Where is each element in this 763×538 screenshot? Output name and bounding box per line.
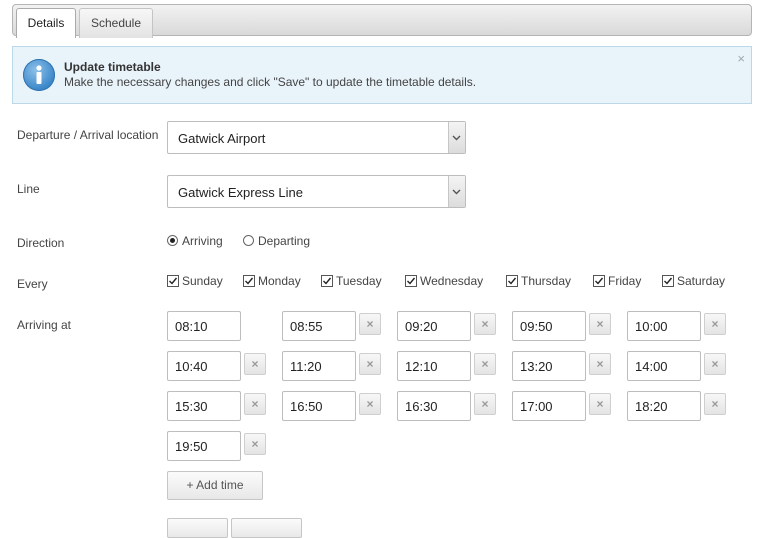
radio-arriving-control[interactable] xyxy=(167,235,178,246)
radio-arriving-label: Arriving xyxy=(182,234,223,248)
remove-time-button[interactable]: × xyxy=(359,313,381,335)
remove-time-button[interactable]: × xyxy=(244,353,266,375)
every-label: Every xyxy=(17,277,48,291)
checkbox-friday-control[interactable] xyxy=(593,275,605,287)
close-icon: × xyxy=(711,317,719,331)
close-icon: × xyxy=(481,397,489,411)
time-input[interactable] xyxy=(397,311,471,341)
checkbox-wednesday-label: Wednesday xyxy=(420,274,484,288)
close-icon: × xyxy=(481,357,489,371)
line-label: Line xyxy=(17,182,40,196)
close-icon: × xyxy=(366,317,374,331)
close-icon: × xyxy=(251,397,259,411)
line-select-value: Gatwick Express Line xyxy=(178,185,303,200)
close-icon: × xyxy=(366,397,374,411)
save-button[interactable] xyxy=(167,518,228,538)
chevron-down-icon xyxy=(448,122,465,153)
checkbox-monday-control[interactable] xyxy=(243,275,255,287)
close-icon: × xyxy=(251,437,259,451)
time-input[interactable] xyxy=(167,431,241,461)
remove-time-button[interactable]: × xyxy=(244,433,266,455)
arriving-at-label: Arriving at xyxy=(17,318,72,332)
time-input[interactable] xyxy=(282,351,356,381)
remove-time-button[interactable]: × xyxy=(589,353,611,375)
line-select[interactable]: Gatwick Express Line xyxy=(167,175,466,208)
checkbox-tuesday-control[interactable] xyxy=(321,275,333,287)
checkbox-sunday-label: Sunday xyxy=(182,274,223,288)
time-input[interactable] xyxy=(397,351,471,381)
time-input[interactable] xyxy=(397,391,471,421)
checkbox-sunday-control[interactable] xyxy=(167,275,179,287)
chevron-down-icon xyxy=(448,176,465,207)
close-icon: × xyxy=(596,357,604,371)
remove-time-button[interactable]: × xyxy=(359,353,381,375)
checkbox-friday-label: Friday xyxy=(608,274,642,288)
checkbox-wednesday-control[interactable] xyxy=(405,275,417,287)
info-icon xyxy=(23,59,55,91)
close-icon: × xyxy=(596,317,604,331)
checkbox-monday-label: Monday xyxy=(258,274,301,288)
close-icon: × xyxy=(251,357,259,371)
time-input[interactable] xyxy=(167,391,241,421)
checkbox-thursday-label: Thursday xyxy=(521,274,572,288)
remove-time-button[interactable]: × xyxy=(474,393,496,415)
time-input[interactable] xyxy=(282,311,356,341)
time-input[interactable] xyxy=(512,391,586,421)
time-input[interactable] xyxy=(627,351,701,381)
radio-departing-label: Departing xyxy=(258,234,311,248)
remove-time-button[interactable]: × xyxy=(474,353,496,375)
add-time-button[interactable]: + Add time xyxy=(167,471,263,500)
time-input[interactable] xyxy=(282,391,356,421)
time-input[interactable] xyxy=(512,311,586,341)
location-select[interactable]: Gatwick Airport xyxy=(167,121,466,154)
location-select-value: Gatwick Airport xyxy=(178,131,266,146)
remove-time-button[interactable]: × xyxy=(704,313,726,335)
close-icon: × xyxy=(481,317,489,331)
checkbox-thursday-control[interactable] xyxy=(506,275,518,287)
remove-time-button[interactable]: × xyxy=(589,393,611,415)
close-icon[interactable]: × xyxy=(737,52,745,66)
close-icon: × xyxy=(711,397,719,411)
checkbox-saturday-label: Saturday xyxy=(677,274,726,288)
close-icon: × xyxy=(711,357,719,371)
info-message: Update timetable Make the necessary chan… xyxy=(12,46,752,104)
checkbox-saturday-control[interactable] xyxy=(662,275,674,287)
cancel-button[interactable] xyxy=(231,518,302,538)
remove-time-button[interactable]: × xyxy=(704,393,726,415)
remove-time-button[interactable]: × xyxy=(704,353,726,375)
time-input[interactable] xyxy=(167,351,241,381)
remove-time-button[interactable]: × xyxy=(589,313,611,335)
time-input[interactable] xyxy=(627,391,701,421)
info-title: Update timetable xyxy=(64,60,161,74)
remove-time-button[interactable]: × xyxy=(359,393,381,415)
checkbox-tuesday-label: Tuesday xyxy=(336,274,382,288)
close-icon: × xyxy=(366,357,374,371)
direction-label: Direction xyxy=(17,236,65,250)
time-input[interactable] xyxy=(167,311,241,341)
tab-bar: Details Schedule xyxy=(12,4,752,38)
location-label: Departure / Arrival location xyxy=(17,128,159,142)
tab-details[interactable]: Details xyxy=(16,8,76,38)
time-input[interactable] xyxy=(512,351,586,381)
remove-time-button[interactable]: × xyxy=(244,393,266,415)
radio-departing-control[interactable] xyxy=(243,235,254,246)
remove-time-button[interactable]: × xyxy=(474,313,496,335)
tab-schedule[interactable]: Schedule xyxy=(79,8,153,38)
info-text: Make the necessary changes and click "Sa… xyxy=(64,75,477,89)
close-icon: × xyxy=(596,397,604,411)
time-input[interactable] xyxy=(627,311,701,341)
